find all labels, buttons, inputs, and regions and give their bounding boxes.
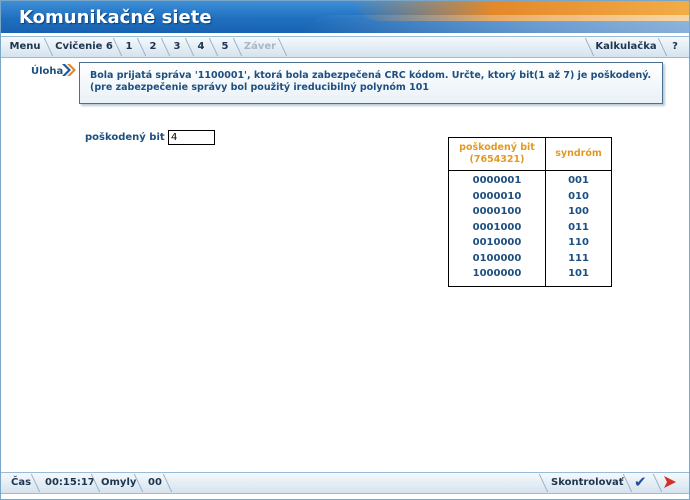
status-separator bbox=[652, 474, 663, 492]
task-label: Úloha bbox=[31, 66, 64, 77]
table-cell-syndrom: 011 bbox=[568, 221, 589, 233]
app-title: Komunikačné siete bbox=[19, 7, 212, 28]
table-cell-bit: 1000000 bbox=[472, 268, 522, 279]
nav-bar: Menu Cvičenie 6 1 2 3 4 5 Záver Kalkulač… bbox=[1, 36, 689, 58]
nav-separator bbox=[43, 38, 54, 56]
table-cell-bit: 0100000 bbox=[472, 252, 522, 264]
tab-step-4[interactable]: 4 bbox=[193, 37, 209, 57]
tab-step-5[interactable]: 5 bbox=[217, 37, 233, 57]
checkmark-icon[interactable]: ✔ bbox=[634, 473, 647, 491]
table-cell-bit: 0001000 bbox=[472, 221, 522, 233]
time-value: 00:15:17 bbox=[45, 477, 95, 488]
check-button[interactable]: Skontrolovať bbox=[551, 473, 624, 493]
bit-column: 0000001 0000010 0000100 0001000 0010000 … bbox=[449, 175, 545, 284]
table-cell-syndrom: 001 bbox=[568, 175, 589, 186]
table-cell-syndrom: 101 bbox=[568, 268, 589, 279]
table-cell-syndrom: 110 bbox=[568, 237, 589, 248]
answer-input[interactable] bbox=[168, 130, 215, 145]
table-cell-bit: 0010000 bbox=[472, 237, 522, 248]
task-text: Bola prijatá správa '1100001', ktorá bol… bbox=[90, 70, 652, 93]
tab-zaver[interactable]: Záver bbox=[241, 37, 279, 57]
help-button[interactable]: ? bbox=[667, 37, 683, 57]
syndrome-table: poškodený bit (7654321) syndróm 0000001 … bbox=[448, 137, 612, 287]
status-bar: Čas 00:15:17 Omyly 00 Skontrolovať bbox=[1, 472, 689, 494]
tab-step-1[interactable]: 1 bbox=[121, 37, 137, 57]
table-header-syndrom: syndróm bbox=[555, 148, 602, 159]
status-separator bbox=[538, 474, 549, 492]
time-label: Čas bbox=[11, 477, 32, 488]
tab-step-3[interactable]: 3 bbox=[169, 37, 185, 57]
tab-step-2[interactable]: 2 bbox=[145, 37, 161, 57]
nav-separator bbox=[584, 38, 595, 56]
table-cell-bit: 0000100 bbox=[472, 206, 522, 217]
errors-value: 00 bbox=[148, 477, 162, 488]
next-arrow-icon[interactable] bbox=[662, 474, 678, 490]
table-header-bit-line2: (7654321) bbox=[469, 154, 525, 165]
tab-exercise[interactable]: Cvičenie 6 bbox=[53, 37, 115, 57]
menu-button[interactable]: Menu bbox=[5, 37, 45, 57]
table-cell-bit: 0000001 bbox=[472, 175, 522, 186]
status-separator bbox=[622, 474, 633, 492]
calculator-button[interactable]: Kalkulačka bbox=[595, 37, 657, 57]
errors-label: Omyly bbox=[101, 477, 137, 488]
table-cell-syndrom: 111 bbox=[568, 252, 589, 264]
table-header-bit: poškodený bit (7654321) bbox=[449, 142, 545, 166]
table-cell-syndrom: 010 bbox=[568, 190, 589, 202]
double-chevron-icon bbox=[62, 64, 76, 76]
answer-label: poškodený bit = bbox=[85, 132, 177, 143]
table-cell-bit: 0000010 bbox=[472, 190, 522, 202]
task-box: Bola prijatá správa '1100001', ktorá bol… bbox=[79, 62, 663, 104]
nav-separator bbox=[657, 38, 668, 56]
status-separator bbox=[30, 474, 41, 492]
nav-separator bbox=[277, 38, 288, 56]
table-cell-syndrom: 100 bbox=[568, 206, 589, 217]
title-decoration-light bbox=[301, 15, 689, 33]
table-header-bit-line1: poškodený bit bbox=[459, 142, 535, 153]
table-divider bbox=[449, 170, 611, 171]
status-separator bbox=[162, 474, 173, 492]
syndrom-column: 001 010 100 011 110 111 101 bbox=[546, 175, 611, 284]
title-bar: Komunikačné siete bbox=[1, 1, 689, 33]
